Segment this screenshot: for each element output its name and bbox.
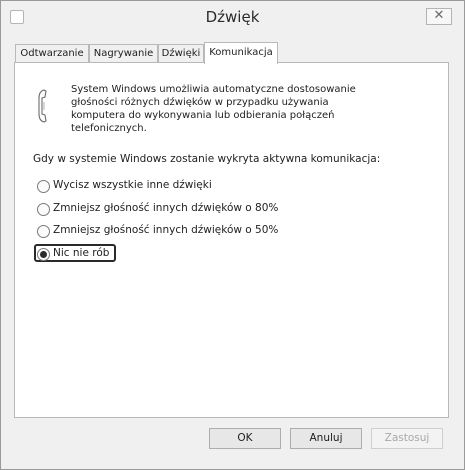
communications-panel: System Windows umożliwia automatyczne do… (14, 62, 449, 418)
option-label[interactable]: Nic nie rób (53, 247, 109, 259)
radio-button[interactable] (37, 225, 50, 238)
radio-button-selected[interactable] (37, 248, 50, 261)
description-line: telefonicznych. (71, 123, 147, 134)
tab-recording[interactable]: Nagrywanie (89, 44, 158, 62)
description-line: System Windows umożliwia automatyczne do… (71, 84, 356, 95)
option-label[interactable]: Wycisz wszystkie inne dźwięki (53, 179, 212, 191)
description-text: System Windows umożliwia automatyczne do… (71, 83, 401, 135)
apply-button[interactable]: Zastosuj (371, 428, 443, 449)
phone-handset-icon (38, 89, 47, 123)
cancel-button[interactable]: Anuluj (290, 428, 362, 449)
activity-prompt: Gdy w systemie Windows zostanie wykryta … (33, 153, 381, 165)
title-bar: Dźwięk ✕ (1, 1, 464, 37)
description-line: głośności różnych dźwięków w przypadku u… (71, 97, 329, 108)
option-label[interactable]: Zmniejsz głośność innych dźwięków o 50% (53, 224, 278, 236)
close-button[interactable]: ✕ (426, 8, 452, 25)
tab-playback[interactable]: Odtwarzanie (15, 44, 89, 62)
description-line: komputera do wykonywania lub odbierania … (71, 110, 335, 121)
close-icon: ✕ (433, 8, 445, 23)
sound-dialog: Dźwięk ✕ Odtwarzanie Nagrywanie Dźwięki … (0, 0, 465, 470)
radio-button[interactable] (37, 180, 50, 193)
tab-sounds[interactable]: Dźwięki (158, 44, 204, 62)
window-title: Dźwięk (205, 8, 260, 26)
option-label[interactable]: Zmniejsz głośność innych dźwięków o 80% (53, 202, 278, 214)
tab-communications[interactable]: Komunikacja (204, 42, 278, 64)
ok-button[interactable]: OK (209, 428, 281, 449)
radio-button[interactable] (37, 203, 50, 216)
